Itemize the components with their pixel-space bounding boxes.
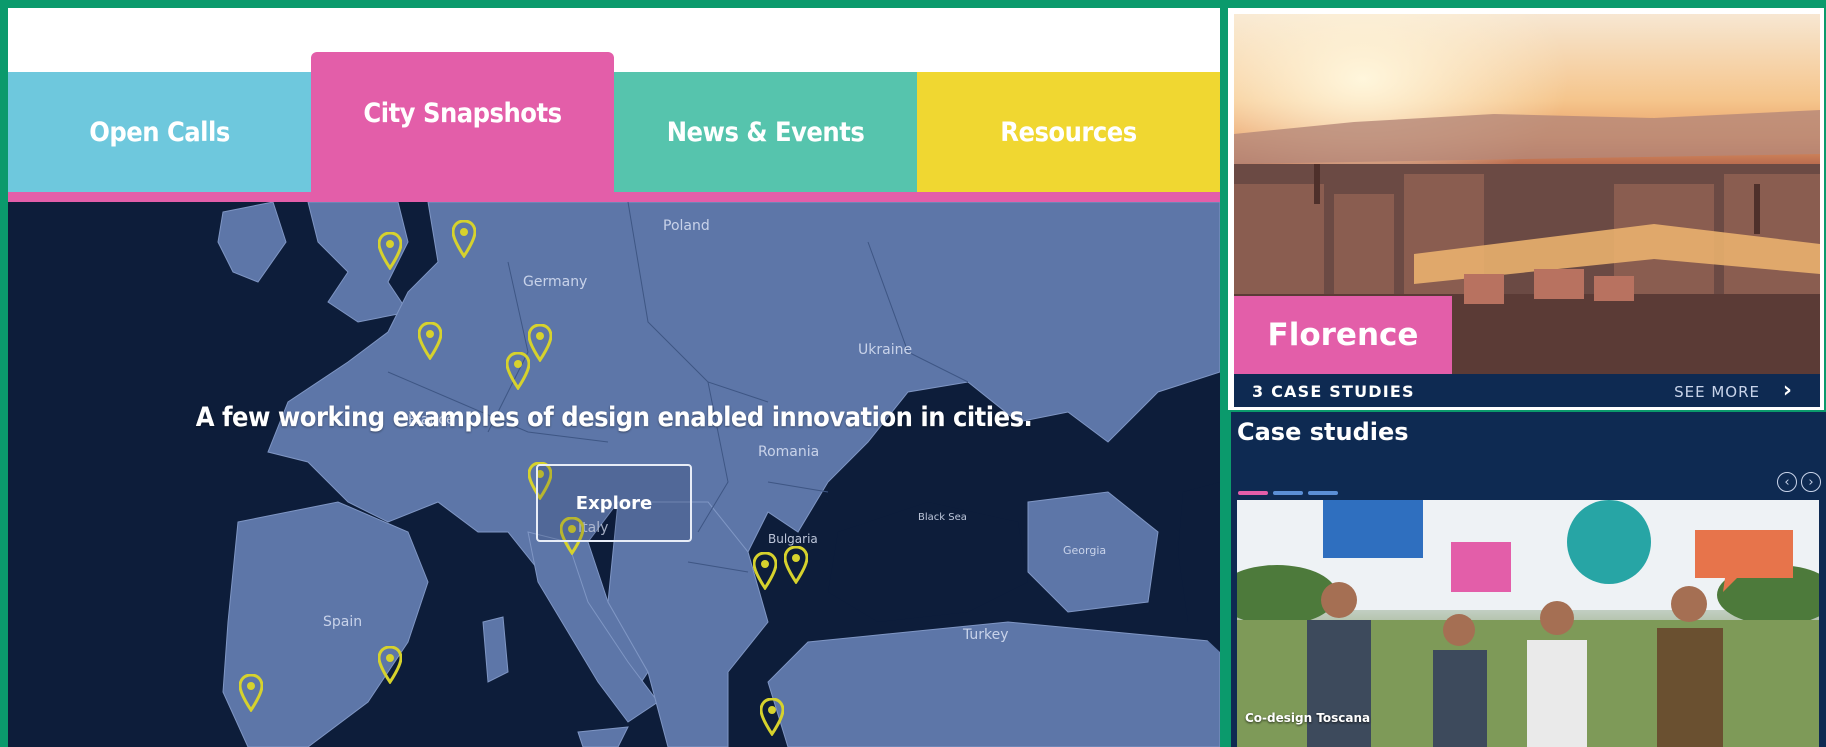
map-pin-icon[interactable] bbox=[418, 322, 442, 360]
active-tab-underline bbox=[8, 192, 1220, 202]
carousel-prev-icon[interactable]: ‹ bbox=[1777, 472, 1797, 492]
map-pin-icon[interactable] bbox=[528, 324, 552, 362]
case-study-photo[interactable]: Co-design Toscana bbox=[1237, 500, 1819, 747]
europe-map[interactable]: Poland Germany Ukraine France Romania It… bbox=[8, 202, 1220, 747]
card-footer: 3 CASE STUDIES SEE MORE › bbox=[1234, 374, 1820, 407]
map-label-romania: Romania bbox=[758, 444, 820, 460]
map-label-poland: Poland bbox=[663, 218, 710, 234]
case-studies-title: Case studies bbox=[1237, 418, 1409, 446]
map-pin-icon[interactable] bbox=[378, 646, 402, 684]
carousel-dot-active[interactable] bbox=[1238, 491, 1268, 495]
tab-label: Open Calls bbox=[89, 116, 230, 148]
map-pin-icon[interactable] bbox=[753, 552, 777, 590]
tab-news-events[interactable]: News & Events bbox=[614, 72, 917, 192]
chevron-right-icon[interactable]: › bbox=[1783, 378, 1792, 403]
city-name-badge: Florence bbox=[1234, 296, 1452, 374]
map-pin-icon[interactable] bbox=[239, 674, 263, 712]
case-study-caption: Co-design Toscana bbox=[1245, 711, 1371, 725]
map-pin-icon[interactable] bbox=[506, 352, 530, 390]
map-pin-icon[interactable] bbox=[452, 220, 476, 258]
city-snapshots-panel: Open Calls City Snapshots News & Events … bbox=[8, 8, 1220, 747]
map-label-georgia: Georgia bbox=[1063, 544, 1107, 557]
map-pin-icon[interactable] bbox=[784, 546, 808, 584]
see-more-link[interactable]: SEE MORE bbox=[1674, 383, 1760, 401]
map-label-spain: Spain bbox=[323, 614, 363, 630]
tab-label: News & Events bbox=[666, 116, 865, 148]
tab-bar: Open Calls City Snapshots News & Events … bbox=[8, 8, 1220, 194]
carousel-indicators bbox=[1238, 480, 1343, 499]
map-label-germany: Germany bbox=[523, 274, 588, 290]
carousel-dot[interactable] bbox=[1308, 491, 1338, 495]
case-count: 3 CASE STUDIES bbox=[1252, 382, 1415, 401]
people-with-speech-bubbles-illustration bbox=[1237, 500, 1819, 747]
map-label-ukraine: Ukraine bbox=[858, 342, 913, 358]
map-pin-icon[interactable] bbox=[378, 232, 402, 270]
map-label-bulgaria: Bulgaria bbox=[768, 532, 818, 546]
tab-resources[interactable]: Resources bbox=[917, 72, 1220, 192]
map-label-black-sea: Black Sea bbox=[918, 512, 967, 523]
carousel-dot[interactable] bbox=[1273, 491, 1303, 495]
right-column: Florence 3 CASE STUDIES SEE MORE › Case … bbox=[1228, 8, 1826, 747]
explore-button[interactable]: Explore bbox=[536, 464, 692, 542]
carousel-next-icon[interactable]: › bbox=[1801, 472, 1821, 492]
tab-open-calls[interactable]: Open Calls bbox=[8, 72, 311, 192]
map-pin-icon[interactable] bbox=[760, 698, 784, 736]
case-studies-panel: Case studies ‹ › Co-design Toscana bbox=[1228, 412, 1826, 747]
tab-label: Resources bbox=[1000, 116, 1137, 148]
map-label-turkey: Turkey bbox=[963, 627, 1009, 643]
city-card[interactable]: Florence 3 CASE STUDIES SEE MORE › bbox=[1228, 8, 1824, 410]
tab-label: City Snapshots bbox=[363, 98, 562, 129]
tab-city-snapshots[interactable]: City Snapshots bbox=[311, 52, 614, 192]
map-headline: A few working examples of design enabled… bbox=[195, 402, 1033, 433]
